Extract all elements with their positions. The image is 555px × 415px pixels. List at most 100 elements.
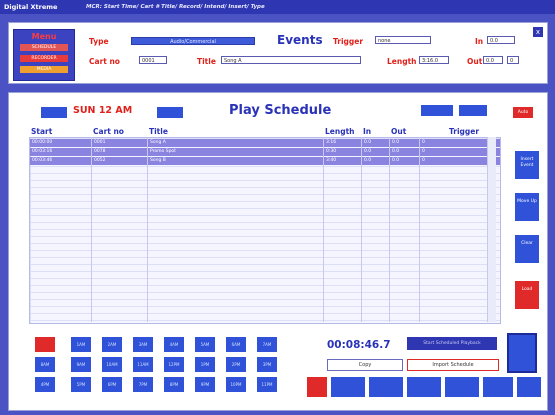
big-action-button[interactable] [507, 333, 537, 373]
table-row[interactable]: 00:03:16 0078 Promo Spot 0:30 0.0 0.0 0 [30, 148, 500, 156]
app-hint-text: MCR: Start Time/ Cart # Title/ Record/ I… [86, 4, 265, 10]
hour-button[interactable]: 6AM [226, 337, 246, 352]
bottom-strip-button[interactable] [407, 377, 441, 397]
hour-button[interactable]: 10AM [102, 357, 122, 372]
type-field[interactable]: Audio/Commercial [131, 37, 255, 45]
cell-start: 00:03:46 [32, 158, 53, 163]
close-button[interactable]: x [533, 27, 543, 37]
date-label: SUN 12 AM [73, 105, 133, 116]
hour-button[interactable]: 2PM [226, 357, 246, 372]
auto-button[interactable]: Auto [513, 107, 533, 118]
vertical-scrollbar[interactable] [487, 137, 496, 322]
type-label: Type [89, 37, 109, 46]
bottom-strip-button[interactable] [483, 377, 513, 397]
hour-button[interactable]: 2AM [102, 337, 122, 352]
cart-label: Cart no [89, 57, 120, 66]
cell-start: 00:00:00 [32, 140, 53, 145]
next-day-button[interactable] [157, 107, 183, 118]
app-title: Digital Xtreme [4, 3, 58, 11]
title-label: Title [197, 57, 216, 66]
length-field[interactable]: 3:16.0 [419, 56, 449, 64]
hour-button[interactable]: 8PM [164, 377, 184, 392]
title-bar: Digital Xtreme MCR: Start Time/ Cart # T… [0, 0, 555, 14]
cell-in: 0.0 [364, 149, 372, 154]
hour-button[interactable]: 11PM [257, 377, 277, 392]
events-panel: Menu SCHEDULE RECORDER MEDIA Type Audio/… [8, 22, 548, 84]
hour-button[interactable] [35, 337, 55, 352]
cart-field[interactable]: 0001 [139, 56, 167, 64]
cell-in: 0.0 [364, 158, 372, 163]
cell-cart: 0001 [94, 140, 106, 145]
hour-button[interactable]: 12PM [164, 357, 184, 372]
prev-day-button[interactable] [41, 107, 67, 118]
hour-button[interactable]: 3PM [257, 357, 277, 372]
menu-item-recorder[interactable]: RECORDER [20, 55, 68, 62]
column-header-trigger: Trigger [449, 127, 480, 136]
hour-button[interactable]: 8AM [35, 357, 55, 372]
column-header-length: Length [325, 127, 355, 136]
column-header-in: In [363, 127, 372, 136]
hour-button[interactable]: 7PM [133, 377, 153, 392]
hour-button[interactable]: 1AM [71, 337, 91, 352]
schedule-panel: SUN 12 AM Play Schedule Auto Start Cart … [8, 92, 548, 411]
column-header-cart: Cart no [93, 127, 124, 136]
table-row[interactable]: 00:03:46 0052 Song B 3:40 0.0 0.0 0 [30, 157, 500, 165]
cell-title: Song A [150, 140, 166, 145]
start-playback-button[interactable]: Start Scheduled Playback [407, 337, 497, 350]
menu-title: Menu [31, 32, 57, 41]
out-extra-field[interactable]: 0 [507, 56, 519, 64]
hour-button[interactable]: 5AM [195, 337, 215, 352]
in-label: In [475, 37, 484, 46]
clear-button[interactable]: Clear [515, 235, 539, 263]
menu-item-schedule[interactable]: SCHEDULE [20, 44, 68, 51]
play-schedule-title: Play Schedule [229, 103, 332, 118]
time-display: 00:08:46.7 [327, 339, 391, 351]
app-window: Digital Xtreme MCR: Start Time/ Cart # T… [0, 0, 555, 415]
column-divider [323, 137, 324, 322]
nav-button-a[interactable] [421, 105, 453, 116]
events-title: Events [277, 33, 323, 47]
cell-title: Promo Spot [150, 149, 176, 154]
title-field[interactable]: Song A [221, 56, 361, 64]
column-divider [91, 137, 92, 322]
copy-button[interactable]: Copy [327, 359, 403, 371]
hour-button[interactable]: 9PM [195, 377, 215, 392]
cell-cart: 0052 [94, 158, 106, 163]
hour-button[interactable]: 10PM [226, 377, 246, 392]
hour-button[interactable]: 6PM [102, 377, 122, 392]
bottom-strip-button[interactable] [445, 377, 479, 397]
table-row[interactable]: 00:00:00 0001 Song A 3:16 0.0 0.0 0 [30, 139, 500, 147]
cell-length: 3:40 [326, 158, 337, 163]
out-field[interactable]: 0.0 [483, 56, 503, 64]
schedule-grid[interactable]: 00:00:00 0001 Song A 3:16 0.0 0.0 0 00:0… [29, 137, 501, 324]
insert-event-button[interactable]: Insert Event [515, 151, 539, 179]
hour-button[interactable]: 4AM [164, 337, 184, 352]
menu-box: Menu SCHEDULE RECORDER MEDIA [13, 29, 75, 81]
cell-title: Song B [150, 158, 166, 163]
nav-button-b[interactable] [459, 105, 487, 116]
cell-length: 3:16 [326, 140, 337, 145]
hour-button[interactable]: 1PM [195, 357, 215, 372]
menu-item-media[interactable]: MEDIA [20, 66, 68, 73]
hour-button[interactable]: 4PM [35, 377, 55, 392]
bottom-strip-button[interactable] [369, 377, 403, 397]
cell-trigger: 0 [422, 140, 425, 145]
hour-button[interactable]: 7AM [257, 337, 277, 352]
import-schedule-button[interactable]: Import Schedule [407, 359, 499, 371]
hour-button[interactable]: 11AM [133, 357, 153, 372]
load-button[interactable]: Load [515, 281, 539, 309]
trigger-field[interactable]: none [375, 36, 431, 44]
bottom-strip-button[interactable] [517, 377, 541, 397]
hour-button[interactable]: 9AM [71, 357, 91, 372]
cell-out: 0.0 [392, 149, 400, 154]
cell-cart: 0078 [94, 149, 106, 154]
hour-button[interactable]: 5PM [71, 377, 91, 392]
cell-length: 0:30 [326, 149, 337, 154]
bottom-red-button[interactable] [307, 377, 327, 397]
hour-button[interactable]: 3AM [133, 337, 153, 352]
column-divider [419, 137, 420, 322]
in-field[interactable]: 0.0 [487, 36, 515, 44]
move-up-button[interactable]: Move Up [515, 193, 539, 221]
bottom-strip-button[interactable] [331, 377, 365, 397]
column-header-out: Out [391, 127, 407, 136]
